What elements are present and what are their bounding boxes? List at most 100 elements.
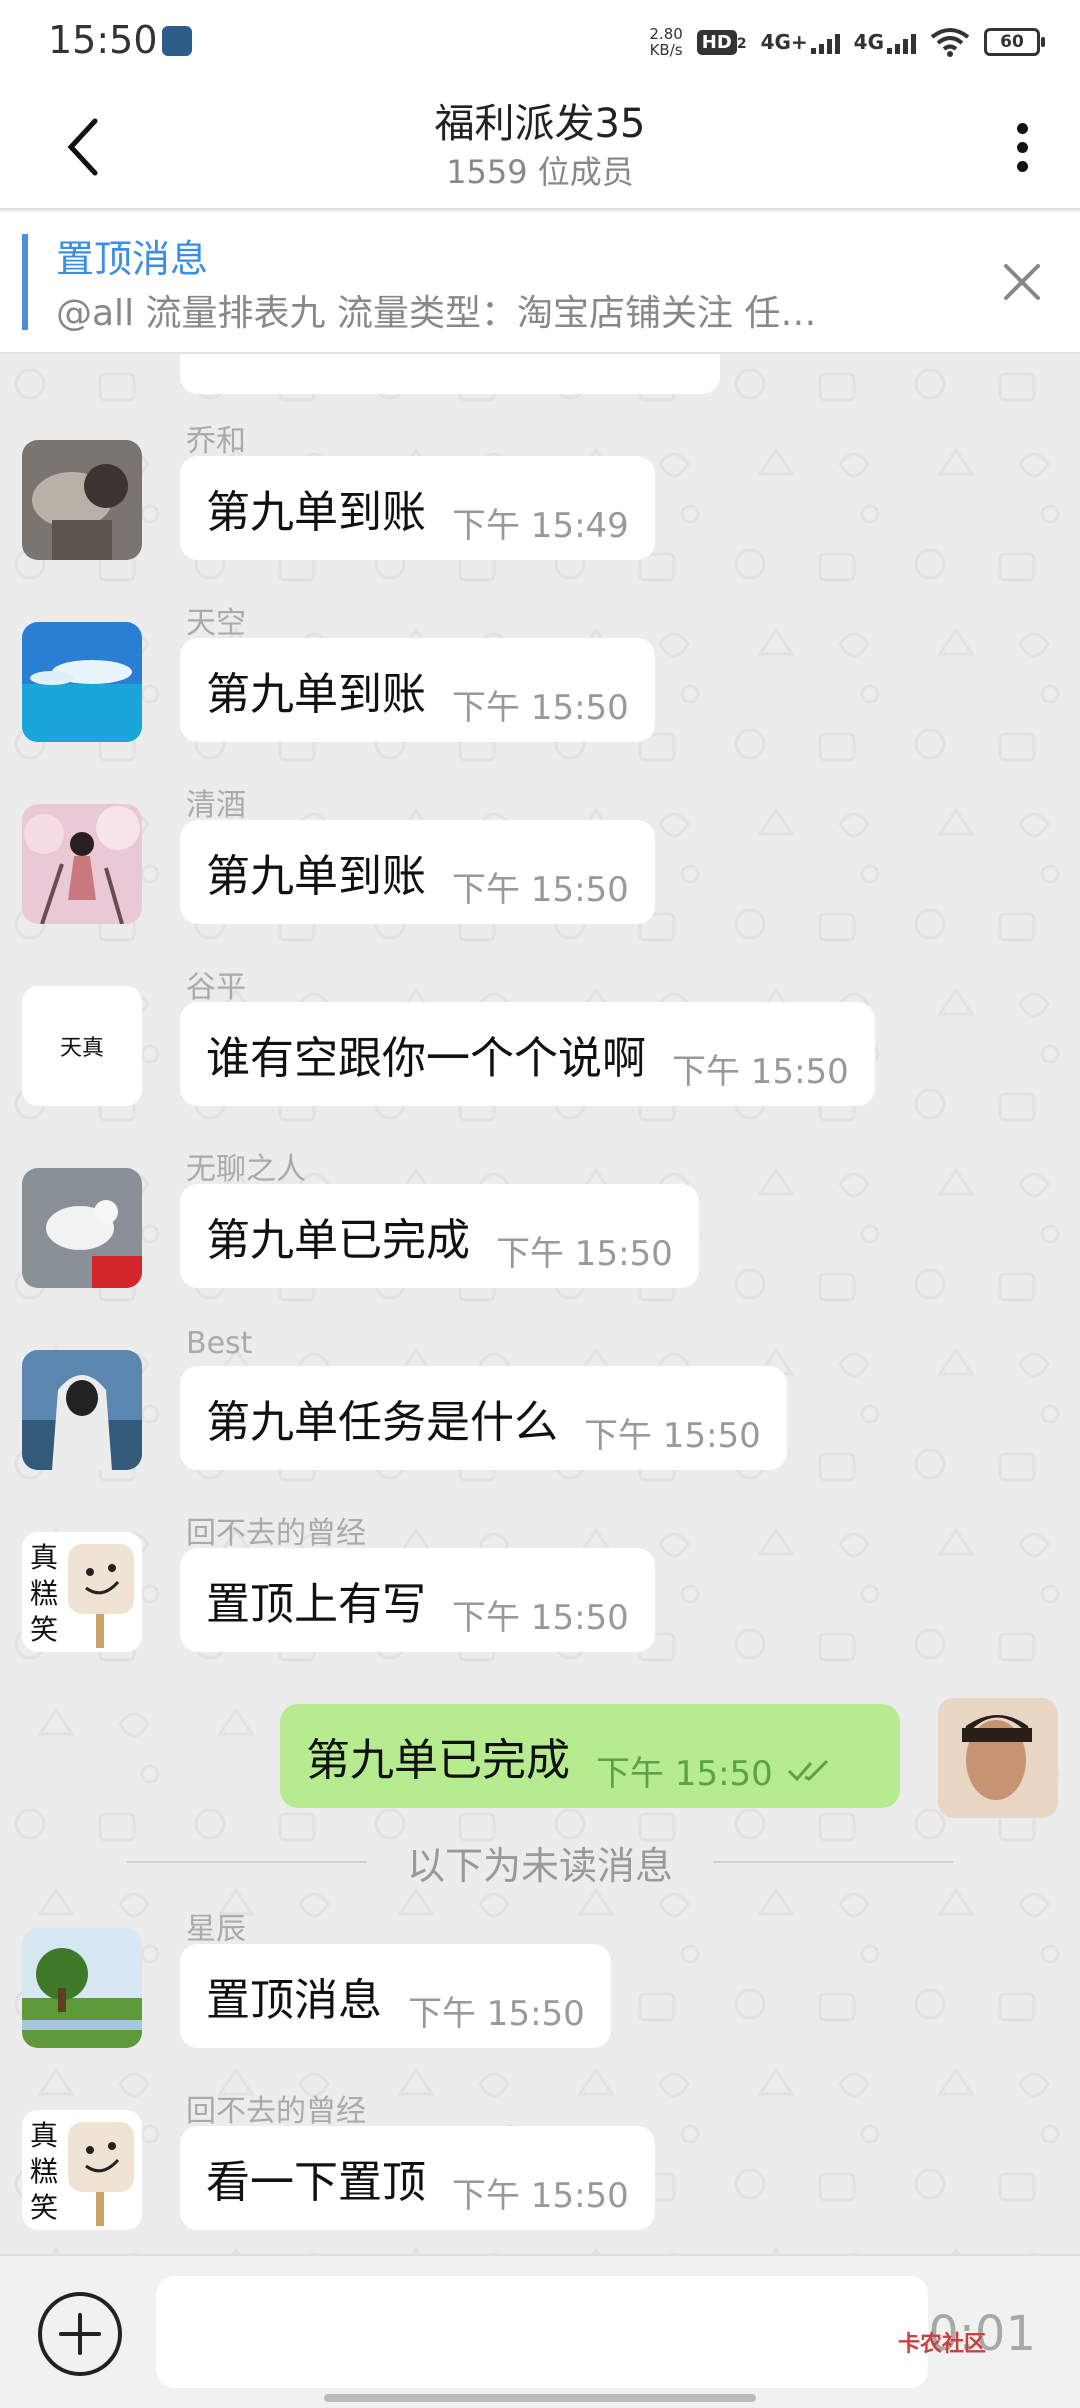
avatar-char: 真 [30,2119,59,2152]
wifi-icon [930,28,970,57]
avatar[interactable]: 天真 [22,986,142,1106]
pinned-text: @all 流量排表九 流量类型：淘宝店铺关注 任… [56,293,817,334]
photo-dove-image [22,1168,142,1288]
avatar[interactable] [22,440,142,560]
chat-area[interactable]: 乔和 第九单到账 下午 15:49 天空 第九单到账 下午 15:50 清酒 第… [0,354,1080,2254]
partial-message-bubble [180,354,720,394]
message-bubble[interactable]: 第九单到账 下午 15:50 [180,638,655,742]
plus-icon [59,2313,101,2355]
avatar-text: 天真 [59,1036,104,1061]
avatar[interactable] [22,1350,142,1470]
message-text: 第九单到账 [206,487,426,538]
message-row[interactable]: 真 糕 笑 回不去的曾经 置顶上有写 下午 15:50 [0,1508,1080,1688]
divider-line [713,1861,953,1863]
photo-landscape-image [22,1928,142,2048]
close-pinned-button[interactable] [992,252,1052,312]
avatar[interactable]: 真 糕 笑 [22,1532,142,1652]
signal-label-2: 4G [853,30,884,54]
avatar[interactable] [22,804,142,924]
message-row[interactable]: 星辰 置顶消息 下午 15:50 [0,1904,1080,2084]
close-icon [1004,264,1040,300]
network-speed: 2.80 KB/s [649,26,682,58]
group-title: 福利派发35 [434,101,646,147]
network-speed-unit: KB/s [649,41,683,59]
avatar[interactable] [22,622,142,742]
hd-label: HD [696,29,737,55]
message-row[interactable]: 乔和 第九单到账 下午 15:49 [0,416,1080,596]
message-row[interactable]: Best 第九单任务是什么 下午 15:50 [0,1326,1080,1506]
signal-label-1: 4G+ [760,30,808,54]
pinned-accent-bar [22,234,28,330]
message-bubble[interactable]: 第九单已完成 下午 15:50 [180,1184,699,1288]
message-bubble[interactable]: 第九单到账 下午 15:50 [180,820,655,924]
status-time: 15:50 [48,18,158,62]
message-bubble[interactable]: 置顶消息 下午 15:50 [180,1944,611,2048]
message-time: 下午 15:50 [584,1415,761,1456]
my-message-bubble[interactable]: 第九单已完成 下午 15:50 [280,1704,900,1808]
status-bar: 15:50 2.80 KB/s HD 2 4G+ 4G 60 [0,0,1080,84]
message-bubble[interactable]: 置顶上有写 下午 15:50 [180,1548,655,1652]
avatar-text: 真 糕 笑 [30,1540,58,1648]
marshmallow-icon [68,1544,134,1648]
message-text: 置顶消息 [206,1975,382,2026]
pinned-message-banner[interactable]: 置顶消息 @all 流量排表九 流量类型：淘宝店铺关注 任… [0,212,1080,354]
avatar[interactable] [22,1928,142,2048]
message-row[interactable]: 天空 第九单到账 下午 15:50 [0,598,1080,778]
message-text: 第九单已完成 [306,1735,570,1786]
input-bar: 0:01 卡农社区 [0,2254,1080,2408]
message-text: 第九单已完成 [206,1215,470,1266]
chat-header: 福利派发35 1559 位成员 [0,84,1080,210]
app-notification-icon [162,26,192,56]
message-text: 置顶上有写 [206,1579,426,1630]
photo-blossom-image [22,804,142,924]
avatar-char: 真 [30,1541,59,1574]
message-time: 下午 15:50 [596,1753,773,1794]
message-time: 下午 15:50 [672,1051,849,1092]
title-block[interactable]: 福利派发35 1559 位成员 [0,98,1080,194]
message-row[interactable]: 无聊之人 第九单已完成 下午 15:50 [0,1144,1080,1324]
photo-couple-image [22,440,142,560]
sender-name: 星辰 [186,1912,246,1947]
sender-name: 清酒 [186,788,246,823]
photo-hoodie-image [22,1350,142,1470]
sender-name: 天空 [186,606,246,641]
dot-icon [1016,160,1028,172]
my-message-row[interactable]: 第九单已完成 下午 15:50 [0,1698,1080,1828]
message-time: 下午 15:49 [452,505,629,546]
message-time: 下午 15:50 [452,2175,629,2216]
home-indicator[interactable] [324,2394,756,2402]
avatar[interactable] [22,1168,142,1288]
message-bubble[interactable]: 谁有空跟你一个个说啊 下午 15:50 [180,1002,875,1106]
dot-icon [1016,141,1028,153]
sender-name: 无聊之人 [186,1152,306,1187]
unread-divider-text: 以下为未读消息 [406,1843,673,1888]
message-input[interactable] [156,2276,928,2388]
message-bubble[interactable]: 第九单任务是什么 下午 15:50 [180,1366,787,1470]
avatar[interactable]: 真 糕 笑 [22,2110,142,2230]
avatar-text: 真 糕 笑 [30,2118,58,2226]
message-text: 第九单任务是什么 [206,1397,558,1448]
message-text: 谁有空跟你一个个说啊 [206,1033,646,1084]
member-count: 1559 位成员 [446,153,634,191]
message-row[interactable]: 天真 谷平 谁有空跟你一个个说啊 下午 15:50 [0,962,1080,1142]
message-time: 下午 15:50 [452,687,629,728]
message-bubble[interactable]: 第九单到账 下午 15:49 [180,456,655,560]
avatar-char: 糕 [30,2155,59,2188]
message-time: 下午 15:50 [452,869,629,910]
message-time: 下午 15:50 [496,1233,673,1274]
message-row[interactable]: 真 糕 笑 回不去的曾经 看一下置顶 下午 15:50 [0,2086,1080,2254]
my-avatar[interactable] [938,1698,1058,1818]
network-speed-value: 2.80 [649,25,683,43]
pinned-title: 置顶消息 [56,237,209,281]
dot-icon [1016,122,1028,134]
attach-button[interactable] [38,2292,122,2376]
divider-line [126,1861,367,1863]
status-indicators: 2.80 KB/s HD 2 4G+ 4G 60 [649,20,1045,64]
sender-name: 乔和 [186,424,246,459]
photo-portrait-image [938,1698,1058,1818]
message-bubble[interactable]: 看一下置顶 下午 15:50 [180,2126,655,2230]
more-options-button[interactable] [994,114,1050,180]
hd-sub: 2 [736,35,747,52]
double-check-icon [787,1759,828,1782]
message-row[interactable]: 清酒 第九单到账 下午 15:50 [0,780,1080,960]
